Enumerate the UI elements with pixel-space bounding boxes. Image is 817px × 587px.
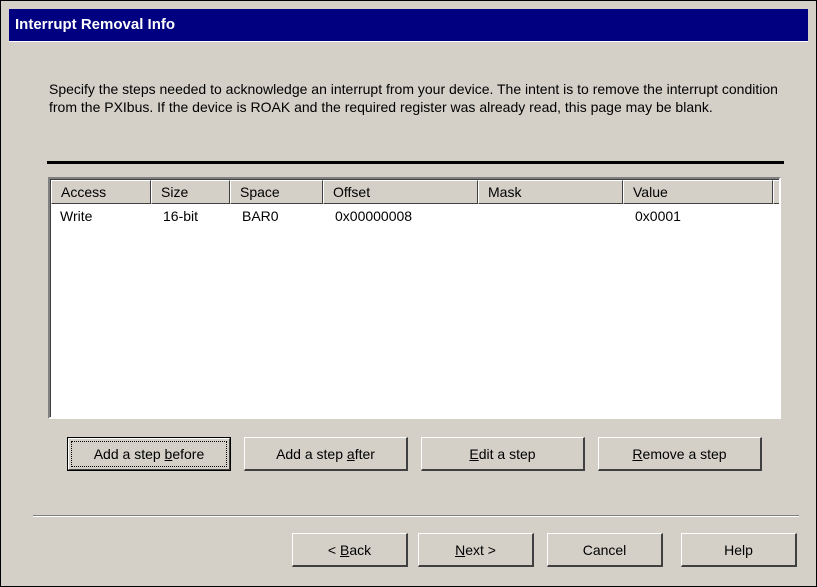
column-header-mask[interactable]: Mask xyxy=(478,180,623,204)
help-button[interactable]: Help xyxy=(681,533,797,567)
column-header-space[interactable]: Space xyxy=(230,180,323,204)
column-header-filler xyxy=(773,180,779,204)
column-header-access[interactable]: Access xyxy=(51,180,151,204)
cell-space: BAR0 xyxy=(242,208,279,224)
cancel-button[interactable]: Cancel xyxy=(547,533,663,567)
instructions-text: Specify the steps needed to acknowledge … xyxy=(49,81,778,115)
edit-step-button[interactable]: Edit a step xyxy=(421,437,585,471)
cell-size: 16-bit xyxy=(163,208,199,224)
add-step-before-button[interactable]: Add a step before xyxy=(67,437,231,471)
remove-step-button[interactable]: Remove a step xyxy=(598,437,762,471)
column-header-value[interactable]: Value xyxy=(623,180,773,204)
steps-list[interactable]: Access Size Space Offset Mask Value Writ… xyxy=(48,177,781,419)
table-row[interactable]: Write 16-bit BAR0 0x00000008 0x0001 xyxy=(51,206,779,226)
column-header-offset[interactable]: Offset xyxy=(323,180,478,204)
wizard-window: Interrupt Removal Info Specify the steps… xyxy=(0,0,817,587)
list-header: Access Size Space Offset Mask Value xyxy=(51,180,779,204)
title-bar: Interrupt Removal Info xyxy=(9,9,808,42)
column-header-size[interactable]: Size xyxy=(151,180,230,204)
add-step-after-button[interactable]: Add a step after xyxy=(244,437,408,471)
cell-access: Write xyxy=(60,208,93,224)
window-title: Interrupt Removal Info xyxy=(15,16,176,33)
cell-value: 0x0001 xyxy=(635,208,681,224)
back-button[interactable]: < Back xyxy=(292,533,408,567)
cell-offset: 0x00000008 xyxy=(335,208,413,224)
section-divider xyxy=(47,161,784,164)
next-button[interactable]: Next > xyxy=(418,533,534,567)
